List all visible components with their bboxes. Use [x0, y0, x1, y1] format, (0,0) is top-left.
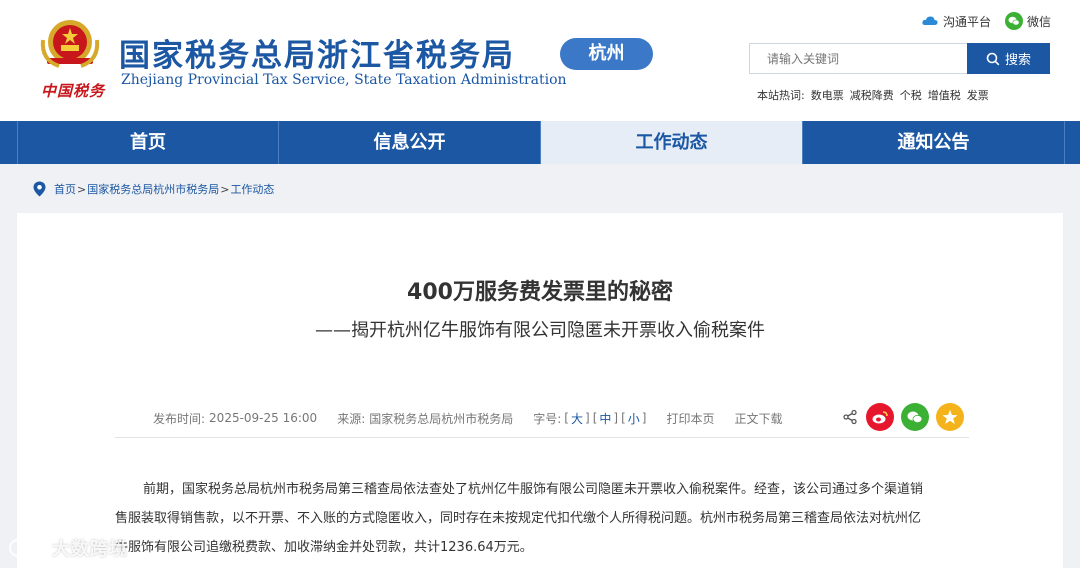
- search-button-label: 搜索: [1004, 53, 1031, 68]
- font-size-medium[interactable]: 中: [599, 410, 611, 427]
- hot-word[interactable]: 数电票: [811, 87, 844, 103]
- weibo-share-button[interactable]: [866, 403, 894, 431]
- breadcrumb-bureau[interactable]: 国家税务总局杭州市税务局: [87, 181, 219, 197]
- font-size-small[interactable]: 小: [628, 410, 640, 427]
- site-header: 中国税务 国家税务总局浙江省税务局 Zhejiang Provincial Ta…: [0, 0, 1080, 121]
- breadcrumb-separator: >: [77, 182, 87, 196]
- wechat-label: 微信: [1027, 14, 1052, 29]
- publish-time-value: 2025-09-25 16:00: [209, 411, 318, 425]
- nav-item-notices[interactable]: 通知公告: [803, 121, 1065, 164]
- hot-word[interactable]: 减税降费: [850, 87, 894, 103]
- communication-platform-link[interactable]: 沟通平台: [921, 11, 991, 31]
- article-paragraph-line: 售服装取得销售款，以不开票、不入账的方式隐匿收入，同时存在未按规定代扣代缴个人所…: [115, 511, 922, 526]
- nav-item-home[interactable]: 首页: [17, 121, 279, 164]
- hot-word[interactable]: 增值税: [928, 87, 961, 103]
- article-subtitle: ——揭开杭州亿牛服饰有限公司隐匿未开票收入偷税案件: [315, 320, 765, 341]
- article-paragraph-line: 前期，国家税务总局杭州市税务局第三稽查局依法查处了杭州亿牛服饰有限公司隐匿未开票…: [143, 482, 924, 497]
- source-label: 来源:: [337, 411, 366, 426]
- site-subtitle: Zhejiang Provincial Tax Service, State T…: [121, 72, 567, 88]
- watermark-logo-icon: [8, 538, 46, 558]
- watermark: 大数跨境: [8, 533, 128, 563]
- nav-item-work-news[interactable]: 工作动态: [541, 121, 803, 164]
- main-nav: 首页 信息公开 工作动态 通知公告: [0, 121, 1080, 164]
- wechat-share-button[interactable]: [901, 403, 929, 431]
- font-size-label: 字号:: [533, 411, 562, 426]
- share-icon[interactable]: [842, 409, 858, 425]
- breadcrumb: 首页 > 国家税务总局杭州市税务局 > 工作动态: [33, 180, 274, 198]
- communication-platform-label: 沟通平台: [943, 14, 992, 29]
- hot-word[interactable]: 个税: [900, 87, 922, 103]
- national-emblem-icon: [40, 20, 100, 68]
- search-button[interactable]: 搜索: [967, 43, 1050, 74]
- wechat-icon: [907, 411, 923, 423]
- wechat-link[interactable]: 微信: [1005, 11, 1051, 31]
- download-text-button[interactable]: 正文下载: [734, 410, 782, 427]
- article-paragraph-line: 牛服饰有限公司追缴税费款、加收滞纳金并处罚款，共计1236.64万元。: [115, 540, 533, 555]
- watermark-text: 大数跨境: [52, 539, 128, 560]
- hot-words: 本站热词: 数电票 减税降费 个税 增值税 发票: [757, 87, 989, 103]
- meta-divider: [115, 437, 969, 438]
- breadcrumb-current[interactable]: 工作动态: [230, 181, 274, 197]
- print-page-button[interactable]: 打印本页: [666, 410, 714, 427]
- font-size-large[interactable]: 大: [571, 410, 583, 427]
- source-value: 国家税务总局杭州市税务局: [369, 411, 514, 426]
- hot-word[interactable]: 发票: [967, 87, 989, 103]
- location-pin-icon: [33, 181, 46, 197]
- site-title[interactable]: 国家税务总局浙江省税务局: [119, 30, 515, 75]
- article-title: 400万服务费发票里的秘密: [407, 280, 673, 305]
- nav-item-info-disclosure[interactable]: 信息公开: [279, 121, 541, 164]
- weibo-icon: [872, 411, 888, 424]
- hot-words-label: 本站热词:: [757, 89, 805, 102]
- breadcrumb-separator: >: [220, 182, 230, 196]
- cloud-icon: [922, 16, 938, 25]
- wechat-icon: [1005, 12, 1023, 30]
- search-icon: [986, 52, 1000, 65]
- qzone-share-button[interactable]: [936, 403, 964, 431]
- city-badge[interactable]: 杭州: [560, 38, 653, 70]
- emblem-caption: 中国税务: [41, 82, 106, 100]
- article-meta: 发布时间: 2025-09-25 16:00 来源: 国家税务总局杭州市税务局 …: [153, 410, 783, 427]
- breadcrumb-home[interactable]: 首页: [54, 181, 76, 197]
- qzone-icon: [942, 410, 958, 424]
- search-input[interactable]: [749, 43, 968, 74]
- publish-time-label: 发布时间:: [153, 411, 206, 426]
